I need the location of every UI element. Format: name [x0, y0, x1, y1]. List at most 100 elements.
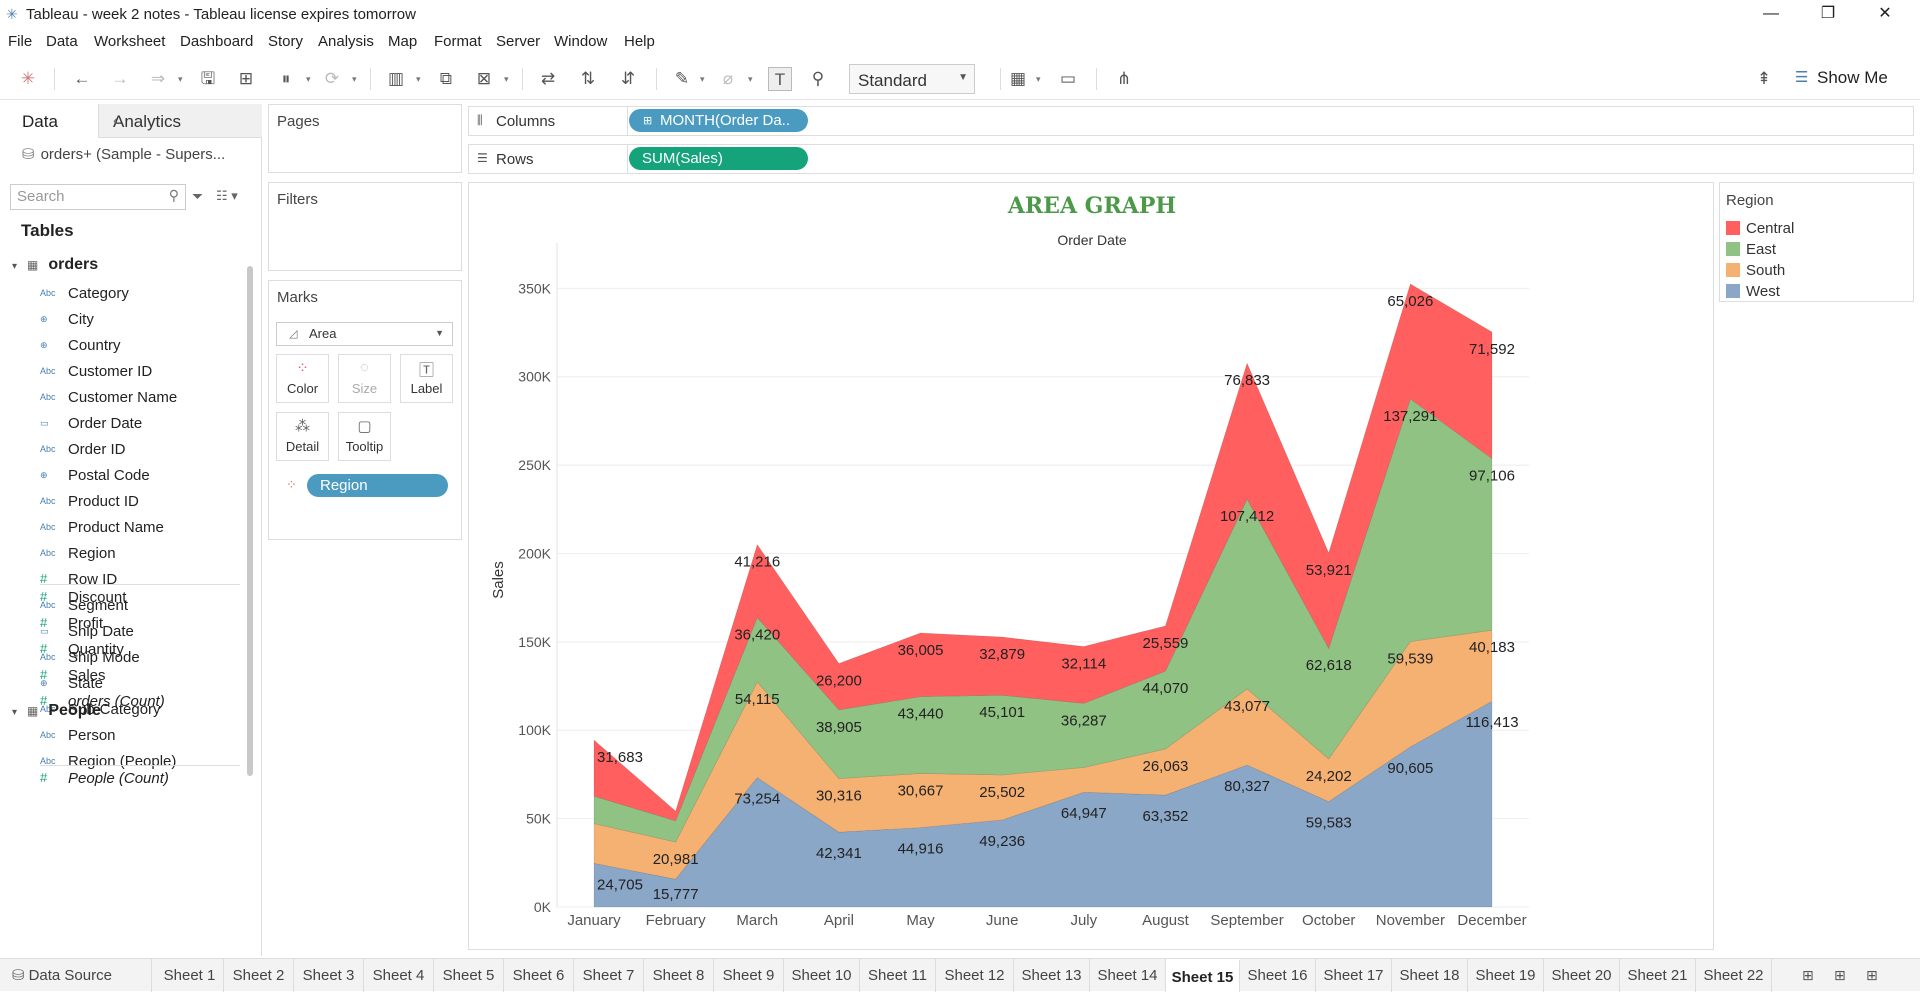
sheet-tab[interactable]: Sheet 16 — [1240, 959, 1316, 992]
sort-descending-icon[interactable]: ⇵ — [616, 67, 640, 91]
undo-icon[interactable]: ← — [70, 67, 94, 91]
sheet-tab[interactable]: Sheet 6 — [504, 959, 574, 992]
sheet-tab[interactable]: Sheet 19 — [1468, 959, 1544, 992]
show-cards-caret-icon[interactable]: ▾ — [1036, 67, 1041, 91]
sheet-tab[interactable]: Sheet 11 — [860, 959, 936, 992]
label-button[interactable]: 🅃 Label — [400, 354, 453, 403]
sheet-tab[interactable]: Sheet 7 — [574, 959, 644, 992]
group-members-icon[interactable]: ⌀ — [716, 67, 740, 91]
show-me-panel-icon[interactable]: ⇞ — [1752, 67, 1776, 91]
menu-file[interactable]: File — [8, 33, 32, 50]
filters-card[interactable]: Filters — [268, 182, 462, 271]
y-tick-label: 100K — [518, 722, 551, 738]
share-icon[interactable]: ⋔ — [1112, 67, 1136, 91]
highlight-icon[interactable]: ✎ — [670, 67, 694, 91]
menu-dashboard[interactable]: Dashboard — [180, 33, 253, 50]
tooltip-button[interactable]: ▢ Tooltip — [338, 412, 391, 461]
menu-analysis[interactable]: Analysis — [318, 33, 374, 50]
new-worksheet-caret-icon[interactable]: ▾ — [416, 67, 421, 91]
clear-caret-icon[interactable]: ▾ — [504, 67, 509, 91]
region-color-pill[interactable]: Region — [307, 474, 448, 497]
new-dashboard-icon[interactable]: ⊞ — [1834, 967, 1846, 984]
color-button[interactable]: ⁘ Color — [276, 354, 329, 403]
show-mark-labels-icon[interactable]: T — [768, 67, 792, 91]
refresh-icon[interactable]: ⟳ — [320, 67, 344, 91]
sheet-tab[interactable]: Sheet 20 — [1544, 959, 1620, 992]
replay-caret-icon[interactable]: ▾ — [178, 67, 183, 91]
swap-rows-columns-icon[interactable]: ⇄ — [536, 67, 560, 91]
sheet-tab[interactable]: Sheet 5 — [434, 959, 504, 992]
new-story-icon[interactable]: ⊞ — [1866, 967, 1878, 984]
new-worksheet-icon[interactable]: ▥ — [384, 67, 408, 91]
fix-axes-icon[interactable]: ⚲ — [806, 67, 830, 91]
sheet-tab[interactable]: Sheet 8 — [644, 959, 714, 992]
y-axis-title: Sales — [490, 561, 507, 599]
menu-window[interactable]: Window — [554, 33, 607, 50]
detail-button[interactable]: ⁂ Detail — [276, 412, 329, 461]
mark-type-dropdown[interactable]: ◿ Area ▼ — [276, 322, 453, 346]
refresh-caret-icon[interactable]: ▾ — [352, 67, 357, 91]
highlight-caret-icon[interactable]: ▾ — [700, 67, 705, 91]
filter-icon[interactable]: ⏷ — [192, 188, 203, 205]
save-icon[interactable]: 🖫 — [196, 67, 220, 91]
rows-pill-label: SUM(Sales) — [642, 150, 723, 167]
sheet-tab[interactable]: Sheet 3 — [294, 959, 364, 992]
expand-icon[interactable]: ▾ — [12, 707, 17, 718]
menu-worksheet[interactable]: Worksheet — [94, 33, 165, 50]
sheet-tab[interactable]: Sheet 15 — [1166, 959, 1240, 992]
sheet-tab[interactable]: Sheet 21 — [1620, 959, 1696, 992]
sheet-tab[interactable]: Sheet 12 — [936, 959, 1014, 992]
sheet-tab[interactable]: Sheet 9 — [714, 959, 784, 992]
datasource-item[interactable]: ⛁ orders+ (Sample - Supers... — [22, 145, 225, 163]
data-label: 32,114 — [1061, 656, 1106, 673]
size-button[interactable]: ◌ Size — [338, 354, 391, 403]
tab-data[interactable]: Data — [0, 104, 98, 138]
group-caret-icon[interactable]: ▾ — [748, 67, 753, 91]
search-field[interactable]: ⚲ — [10, 184, 186, 210]
menu-help[interactable]: Help — [624, 33, 655, 50]
tab-analytics[interactable]: Analytics ‹ — [98, 104, 262, 138]
sheet-tab[interactable]: Sheet 17 — [1316, 959, 1392, 992]
minimize-button[interactable]: — — [1748, 0, 1794, 29]
duplicate-icon[interactable]: ⧉ — [434, 67, 458, 91]
tableau-home-icon[interactable]: ✳ — [16, 67, 40, 91]
new-worksheet-icon[interactable]: ⊞ — [1802, 967, 1814, 984]
sort-ascending-icon[interactable]: ⇅ — [576, 67, 600, 91]
pages-card[interactable]: Pages — [268, 104, 462, 173]
x-tick-label: February — [646, 912, 707, 929]
redo-icon[interactable]: → — [108, 67, 132, 91]
table-people[interactable]: ▾ ▦ People — [12, 702, 101, 720]
sheet-tab[interactable]: Sheet 10 — [784, 959, 860, 992]
sheet-tab[interactable]: Sheet 13 — [1014, 959, 1090, 992]
rows-pill[interactable]: SUM(Sales) — [629, 147, 808, 170]
menu-data[interactable]: Data — [46, 33, 78, 50]
menu-format[interactable]: Format — [434, 33, 482, 50]
close-button[interactable]: ✕ — [1862, 0, 1908, 29]
sheet-tab[interactable]: Sheet 1 — [156, 959, 224, 992]
sheet-tab[interactable]: Sheet 18 — [1392, 959, 1468, 992]
menu-story[interactable]: Story — [268, 33, 303, 50]
view-options-icon[interactable]: ☷ ▾ — [216, 188, 238, 204]
pause-updates-icon[interactable]: ⏸ — [274, 67, 298, 91]
sheet-tab[interactable]: Sheet 4 — [364, 959, 434, 992]
restore-button[interactable]: ❐ — [1805, 0, 1851, 29]
sheet-tab[interactable]: Sheet 2 — [224, 959, 294, 992]
fit-dropdown[interactable]: Standard ▼ — [849, 64, 975, 94]
table-orders[interactable]: ▾ ▦ orders — [12, 256, 98, 274]
replay-icon[interactable]: ⇒ — [146, 67, 170, 91]
columns-pill[interactable]: ⊞ MONTH(Order Da.. — [629, 109, 808, 132]
search-input[interactable] — [17, 188, 157, 205]
clear-sheet-icon[interactable]: ⊠ — [472, 67, 496, 91]
menu-server[interactable]: Server — [496, 33, 540, 50]
data-pane-scrollbar[interactable] — [247, 266, 253, 776]
presentation-mode-icon[interactable]: ▭ — [1056, 67, 1080, 91]
data-source-tab[interactable]: ⛁ Data Source — [0, 959, 152, 992]
expand-icon[interactable]: ▾ — [12, 261, 17, 272]
show-cards-icon[interactable]: ▦ — [1006, 67, 1030, 91]
new-datasource-icon[interactable]: ⊞ — [234, 67, 258, 91]
menu-map[interactable]: Map — [388, 33, 417, 50]
sheet-tab[interactable]: Sheet 22 — [1696, 959, 1772, 992]
sheet-tab[interactable]: Sheet 14 — [1090, 959, 1166, 992]
collapse-pane-icon[interactable]: ‹ — [113, 112, 256, 128]
pause-caret-icon[interactable]: ▾ — [306, 67, 311, 91]
